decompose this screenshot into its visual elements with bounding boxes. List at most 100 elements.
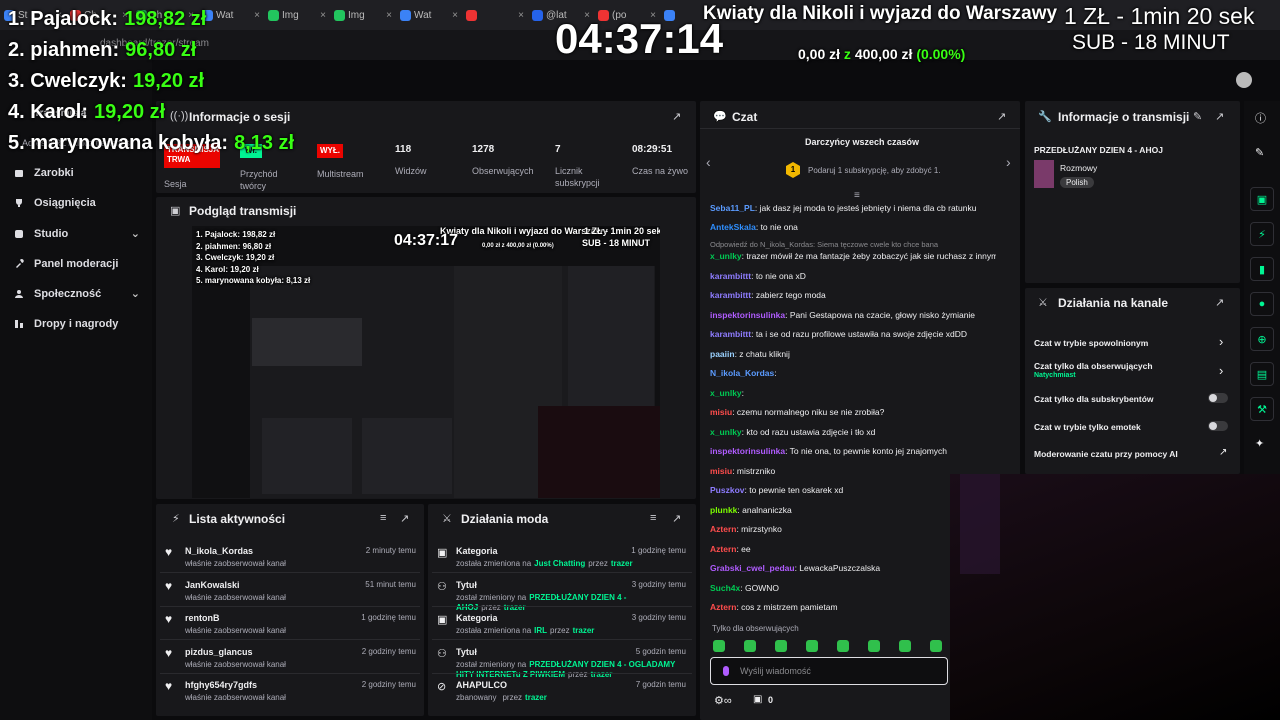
nav-item-mod-panel[interactable]: Panel moderacji xyxy=(14,258,140,270)
external-link-icon[interactable]: ↗ xyxy=(1219,447,1227,458)
chat-icon: 💬 xyxy=(713,111,727,123)
chat-username[interactable]: Aztern xyxy=(710,544,736,554)
browser-tab[interactable]: × xyxy=(466,4,524,26)
popout-icon[interactable]: ↗ xyxy=(400,512,409,525)
chat-username[interactable]: N_ikola_Kordas xyxy=(710,368,774,378)
nav-item-community[interactable]: Społeczność ⌄ xyxy=(14,288,140,300)
nav-item-studio[interactable]: Studio ⌄ xyxy=(14,228,140,240)
chat-username[interactable]: Seba11_PL xyxy=(710,203,755,213)
chat-username[interactable]: x_unlky xyxy=(710,388,742,398)
chevron-left-icon[interactable]: ‹ xyxy=(706,154,711,170)
emote-icon[interactable] xyxy=(837,640,849,652)
tag-icon: ▣ xyxy=(437,614,448,626)
emote-icon[interactable] xyxy=(899,640,911,652)
popout-icon[interactable]: ↗ xyxy=(672,110,681,123)
ad-button[interactable]: ⚡ xyxy=(1250,222,1274,246)
popout-icon[interactable]: ↗ xyxy=(1215,296,1224,309)
row-divider xyxy=(160,639,420,640)
edit-icon[interactable]: ✎ xyxy=(1255,146,1264,159)
preview-board-row: 4. Karol: 19,20 zł xyxy=(196,264,259,274)
chevron-right-icon[interactable]: › xyxy=(1219,363,1223,378)
chat-username[interactable]: misiu xyxy=(710,466,732,476)
viewers-label: Widzów xyxy=(395,166,427,176)
emote-icon[interactable] xyxy=(744,640,756,652)
marker-button[interactable]: ▤ xyxy=(1250,362,1274,386)
emote-icon[interactable] xyxy=(930,640,942,652)
tab-label: Wat xyxy=(414,9,432,21)
filter-icon[interactable]: ≡ xyxy=(380,512,386,524)
emote-icon[interactable] xyxy=(868,640,880,652)
followers-only-item[interactable]: Czat tylko dla obserwujących xyxy=(1034,361,1153,371)
browser-tab[interactable]: Img × xyxy=(268,4,326,26)
edit-icon[interactable]: ✎ xyxy=(1193,110,1202,123)
raid-button[interactable]: ▮ xyxy=(1250,257,1274,281)
emote-only-toggle[interactable] xyxy=(1208,421,1228,431)
clip-button[interactable]: ▣ xyxy=(1250,187,1274,211)
chat-username[interactable]: karambittt xyxy=(710,329,751,339)
browser-tab[interactable]: Img × xyxy=(334,4,392,26)
stream-info-title: Informacje o transmisji xyxy=(1058,110,1190,124)
info-icon[interactable]: ⓘ xyxy=(1255,110,1266,126)
emote-icon[interactable] xyxy=(775,640,787,652)
bits-icon[interactable]: ▣ xyxy=(753,694,762,705)
shield-button[interactable]: ● xyxy=(1250,292,1274,316)
popout-icon[interactable]: ↗ xyxy=(1215,110,1224,123)
slow-mode-item[interactable]: Czat w trybie spowolnionym xyxy=(1034,338,1148,348)
chat-username[interactable]: Aztern xyxy=(710,602,736,612)
preview-mini-goal: 0,00 zł z 400,00 zł (0.00%) xyxy=(482,243,554,249)
tag-polish[interactable]: Polish xyxy=(1060,177,1094,188)
chat-username[interactable]: AntekSkala xyxy=(710,222,756,232)
chat-username[interactable]: misiu xyxy=(710,407,732,417)
chat-username[interactable]: Grabski_cwel_pedau xyxy=(710,563,795,573)
chat-username[interactable]: Such4x xyxy=(710,583,740,593)
chat-username[interactable]: karambittt xyxy=(710,290,751,300)
avatar[interactable] xyxy=(1236,72,1252,88)
chat-username[interactable]: plunkk xyxy=(710,505,737,515)
close-icon[interactable]: × xyxy=(254,10,260,21)
browser-tab[interactable]: Wat × xyxy=(202,4,260,26)
chat-username[interactable]: x_unlky xyxy=(710,251,742,261)
mod-action-who: trazer xyxy=(572,626,595,635)
close-icon[interactable]: × xyxy=(518,10,524,21)
preview-video[interactable]: Kwiaty dla Nikoli i wyjazd do Warszawy 1… xyxy=(192,226,660,498)
chat-text: : To nie ona, to pewnie konto jej znajom… xyxy=(785,446,948,456)
row-divider xyxy=(432,672,692,674)
close-icon[interactable]: × xyxy=(452,10,458,21)
chat-username[interactable]: Aztern xyxy=(710,524,736,534)
nav-item-earnings[interactable]: Zarobki xyxy=(14,167,140,179)
browser-tab[interactable]: Wat × xyxy=(400,4,458,26)
mod-action-detail: zbanowany przez trazer xyxy=(456,693,686,703)
broadcast-button[interactable]: ⊕ xyxy=(1250,327,1274,351)
chat-message: inspektorinsulinka: Pani Gestapowa na cz… xyxy=(710,310,996,320)
chat-username[interactable]: inspektorinsulinka xyxy=(710,446,785,456)
mic-icon[interactable] xyxy=(723,666,729,676)
leaderboard-amount: 19,20 zł xyxy=(132,70,205,92)
close-icon[interactable]: × xyxy=(386,10,392,21)
chevron-right-icon[interactable]: › xyxy=(1219,334,1223,349)
chat-username[interactable]: paaiin xyxy=(710,349,735,359)
chat-username[interactable]: Puszkov xyxy=(710,485,745,495)
leaderboard-name: 1. Pajalock: xyxy=(8,8,119,30)
popout-icon[interactable]: ↗ xyxy=(672,512,681,525)
chat-username[interactable]: karambittt xyxy=(710,271,751,281)
close-icon[interactable]: × xyxy=(320,10,326,21)
popout-icon[interactable]: ↗ xyxy=(997,110,1006,123)
leaderboard-row: 4. Karol: 19,20 zł xyxy=(8,101,165,124)
subs-only-toggle[interactable] xyxy=(1208,393,1228,403)
activity-time: 2 godziny temu xyxy=(361,680,416,689)
filter-icon[interactable]: ≡ xyxy=(650,512,656,524)
preview-mini-title: Kwiaty dla Nikoli i wyjazd do Warszawy xyxy=(440,226,608,236)
ai-moderation-item[interactable]: Moderowanie czatu przy pomocy AI xyxy=(1034,449,1178,459)
nav-item-achievements[interactable]: Osiągnięcia xyxy=(14,197,140,209)
emote-icon[interactable] xyxy=(713,640,725,652)
mod-tools-button[interactable]: ⚒ xyxy=(1250,397,1274,421)
nav-item-drops[interactable]: Dropy i nagrody xyxy=(14,318,140,330)
add-action-icon[interactable]: ✦ xyxy=(1255,437,1264,450)
chat-username[interactable]: inspektorinsulinka xyxy=(710,310,785,320)
chat-username[interactable]: x_unlky xyxy=(710,427,742,437)
emote-icon[interactable] xyxy=(806,640,818,652)
scroll-down-icon[interactable]: ≡ xyxy=(854,190,860,201)
chat-settings-icon[interactable]: ⚙∞ xyxy=(714,694,732,707)
chevron-right-icon[interactable]: › xyxy=(1006,154,1011,170)
mod-action-name: AHAPULCO xyxy=(456,680,507,690)
